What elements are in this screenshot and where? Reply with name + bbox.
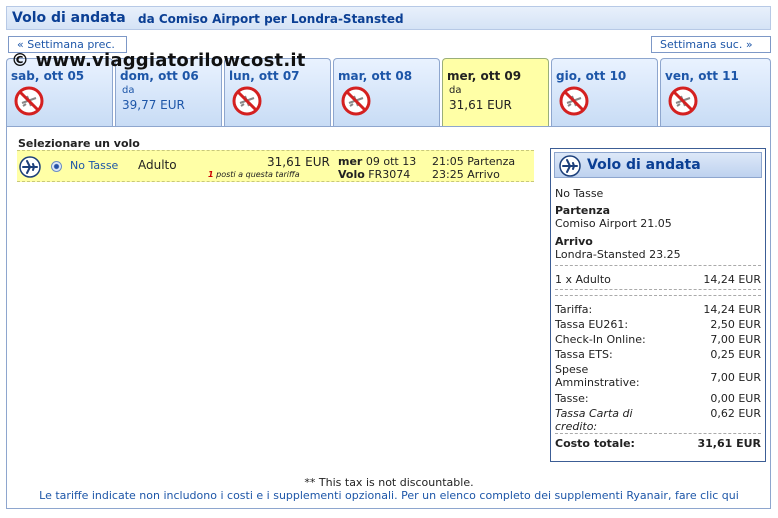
day-tab-label: lun, ott 07 bbox=[229, 69, 300, 83]
watermark: © www.viaggiatorilowcost.it bbox=[11, 50, 306, 71]
day-tab-label: mer, ott 09 bbox=[447, 69, 522, 83]
flight-panel: Selezionare un volo No Tasse Adulto 31,6… bbox=[6, 126, 771, 509]
summary-arrival-label: Arrivo bbox=[555, 235, 593, 248]
flight-day: mer bbox=[338, 155, 363, 168]
divider bbox=[555, 265, 761, 266]
route-subtitle: da Comiso Airport per Londra-Stansted bbox=[138, 12, 404, 26]
divider bbox=[555, 433, 761, 434]
no-flight-icon bbox=[559, 86, 589, 116]
summary-arrival-value: Londra-Stansted 23.25 bbox=[555, 248, 681, 261]
summary-row-value: 0,00 EUR bbox=[710, 392, 761, 405]
flight-price: 31,61 EUR bbox=[267, 155, 330, 169]
summary-row-label: Tariffa: bbox=[555, 303, 593, 316]
page-title: Volo di andata bbox=[12, 10, 126, 26]
day-tab-mar-ott-08[interactable]: mar, ott 08 bbox=[333, 58, 440, 126]
summary-row-value: 0,25 EUR bbox=[710, 348, 761, 361]
day-tab-ven-ott-11[interactable]: ven, ott 11 bbox=[660, 58, 771, 126]
arrival-time: 23:25 Arrivo bbox=[432, 168, 500, 181]
day-tab-label: gio, ott 10 bbox=[556, 69, 627, 83]
summary-row-value: 2,50 EUR bbox=[710, 318, 761, 331]
day-tab-price: 31,61 EUR bbox=[449, 98, 512, 112]
seats-count: 1 bbox=[208, 170, 214, 179]
next-week-button[interactable]: Settimana suc. » bbox=[651, 36, 771, 53]
day-tab-price: 39,77 EUR bbox=[122, 98, 185, 112]
no-flight-icon bbox=[341, 86, 371, 116]
total-value: 31,61 EUR bbox=[697, 437, 761, 450]
flight-date: mer 09 ott 13 bbox=[338, 155, 416, 168]
summary-departure-label: Partenza bbox=[555, 204, 610, 217]
no-flight-icon bbox=[14, 86, 44, 116]
day-tab-gio-ott-10[interactable]: gio, ott 10 bbox=[551, 58, 658, 126]
summary-row-label: Tasse: bbox=[555, 392, 589, 405]
day-tab-label: mar, ott 08 bbox=[338, 69, 413, 83]
flight-date-value: 09 ott 13 bbox=[365, 155, 417, 168]
departure-time: 21:05 Partenza bbox=[432, 155, 516, 168]
summary-row-label: Tassa EU261: bbox=[555, 318, 629, 331]
summary-fare: No Tasse bbox=[555, 187, 604, 200]
day-tab-label: ven, ott 11 bbox=[665, 69, 739, 83]
passenger-type: Adulto bbox=[138, 158, 177, 172]
select-flight-title: Selezionare un volo bbox=[18, 137, 140, 150]
seats-text: posti a questa tariffa bbox=[216, 170, 300, 179]
total-label: Costo totale: bbox=[555, 437, 635, 450]
summary-row-value: 0,62 EUR bbox=[710, 407, 761, 420]
flight-row[interactable]: No Tasse Adulto 31,61 EUR 1 posti a ques… bbox=[17, 150, 534, 182]
summary-header: Volo di andata bbox=[554, 152, 762, 178]
summary-pax-value: 14,24 EUR bbox=[703, 273, 761, 286]
flight-number-label: Volo bbox=[338, 168, 365, 181]
divider bbox=[555, 289, 761, 290]
summary-departure-value: Comiso Airport 21.05 bbox=[555, 217, 672, 230]
summary-row-label: Tassa Carta di credito: bbox=[555, 407, 633, 433]
no-flight-icon bbox=[668, 86, 698, 116]
plane-icon bbox=[559, 155, 581, 177]
flight-number-value: FR3074 bbox=[368, 168, 411, 181]
fare-name: No Tasse bbox=[70, 159, 119, 172]
summary-row-value: 7,00 EUR bbox=[710, 371, 761, 384]
day-tab-mer-ott-09[interactable]: mer, ott 09 da 31,61 EUR bbox=[442, 58, 549, 126]
fare-radio[interactable] bbox=[51, 161, 62, 172]
plane-icon bbox=[19, 156, 41, 178]
tax-note: ** This tax is not discountable. bbox=[304, 476, 474, 489]
supplements-link[interactable]: Le tariffe indicate non includono i cost… bbox=[0, 489, 778, 502]
day-tab-from: da bbox=[122, 85, 135, 96]
flight-number: Volo FR3074 bbox=[338, 168, 410, 181]
seats-left: 1 posti a questa tariffa bbox=[208, 170, 300, 179]
summary-row-value: 14,24 EUR bbox=[703, 303, 761, 316]
summary-row-value: 7,00 EUR bbox=[710, 333, 761, 346]
page-header: Volo di andata da Comiso Airport per Lon… bbox=[6, 6, 771, 30]
day-tab-label: dom, ott 06 bbox=[120, 69, 199, 83]
no-flight-icon bbox=[232, 86, 262, 116]
summary-row-label: Check-In Online: bbox=[555, 333, 646, 346]
divider bbox=[555, 295, 761, 296]
day-tab-label: sab, ott 05 bbox=[11, 69, 85, 83]
summary-row-label: Spese Amminstrative: bbox=[555, 363, 640, 389]
day-tab-from: da bbox=[449, 85, 462, 96]
summary-row-label: Tassa ETS: bbox=[555, 348, 613, 361]
summary-title: Volo di andata bbox=[587, 157, 701, 173]
summary-pax: 1 x Adulto bbox=[555, 273, 611, 286]
summary-box: Volo di andata No Tasse Partenza Comiso … bbox=[550, 148, 766, 462]
